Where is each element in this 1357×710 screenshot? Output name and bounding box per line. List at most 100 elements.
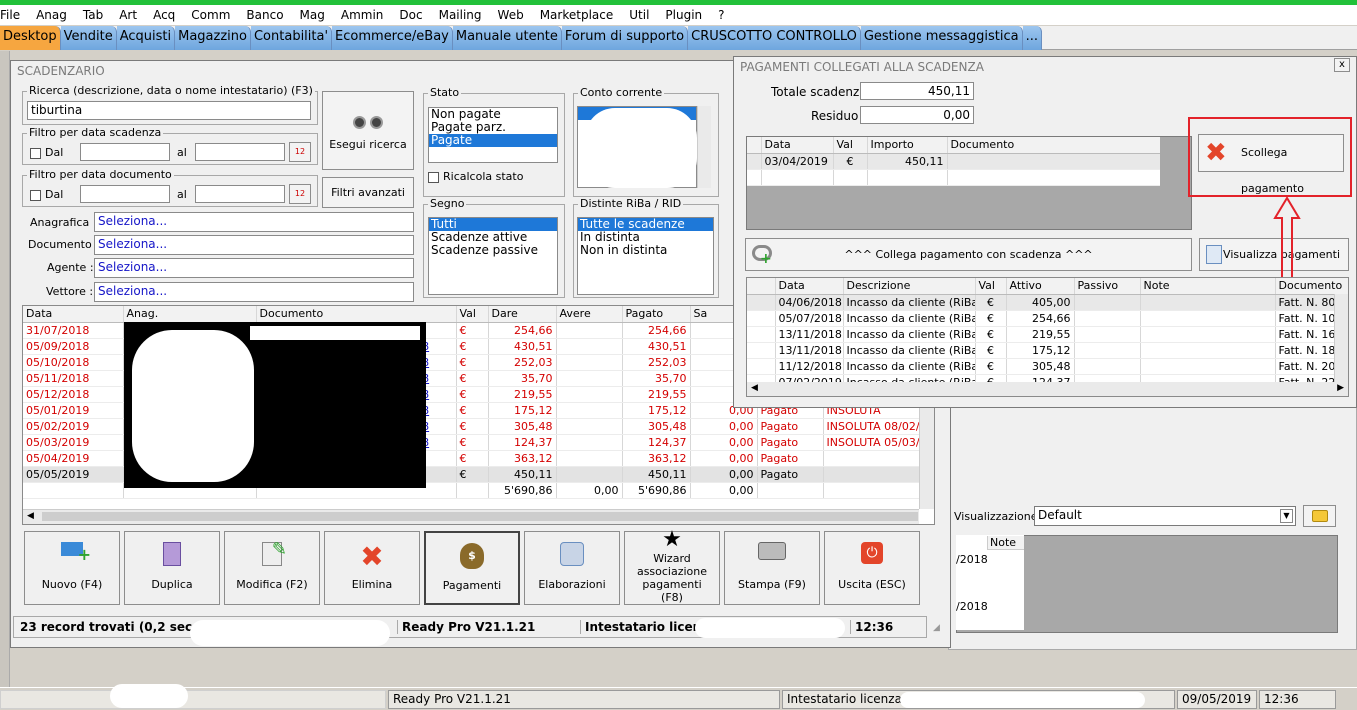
resize-grip[interactable]: ◢ [933,623,945,635]
ricalcola-checkbox[interactable]: Ricalcola stato [428,170,523,183]
menu-item[interactable]: Util [621,8,657,22]
payments-vertical-scrollbar[interactable] [1334,294,1348,382]
menu-item[interactable]: Plugin [657,8,710,22]
documento-select[interactable]: Seleziona... [94,235,414,255]
toolbar-button-7[interactable]: Stampa (F9) [724,531,820,605]
toolbar-button-1[interactable]: Duplica [124,531,220,605]
payments-column-header[interactable]: Attivo [1006,278,1075,295]
close-icon[interactable]: x [1334,58,1350,72]
tab-0[interactable]: Desktop [0,26,61,50]
grid-column-header[interactable]: Data [23,306,124,323]
search-input[interactable]: tiburtina [27,101,311,120]
payments-column-header[interactable]: Descrizione [843,278,976,295]
menu-item[interactable]: Ammin [333,8,392,22]
toolbar-button-3[interactable]: ✖ Elimina [324,531,420,605]
linked-column-header[interactable]: Documento [947,137,1160,154]
visualizzazione-select[interactable]: Default ▼ [1034,506,1296,526]
menu-item[interactable]: File [0,8,28,22]
linked-column-header[interactable]: Val [833,137,868,154]
conto-scrollbar[interactable] [697,106,711,188]
calendar-icon[interactable]: 12 [289,142,311,162]
anagrafica-select[interactable]: Seleziona... [94,212,414,232]
table-row[interactable]: 11/12/2018 Incasso da cliente (RiBa... €30… [747,358,1348,375]
cell-total [757,482,824,499]
menu-item[interactable]: Web [490,8,532,22]
advanced-filters-button[interactable]: Filtri avanzati [322,177,414,208]
totale-input[interactable]: 450,11 [860,82,974,100]
distinte-label: Distinte RiBa / RID [578,197,684,210]
menu-item[interactable]: Anag [28,8,75,22]
tab-10[interactable]: ... [1022,26,1042,50]
grid-column-header[interactable]: Avere [556,306,623,323]
segno-item[interactable]: Scadenze passive [429,244,557,257]
table-row[interactable] [747,169,1160,186]
menu-item[interactable]: Banco [238,8,291,22]
available-payments-grid[interactable]: Data Descrizione Val Attivo Passivo Note Docum… [746,277,1349,397]
table-row[interactable]: 13/11/2018 Incasso da cliente (RiBa... €17… [747,342,1348,359]
tab-7[interactable]: Forum di supporto [561,26,689,50]
linked-payments-grid[interactable]: Data Val Importo Documento 03/04/2019 €450,1… [746,136,1192,230]
linked-column-header[interactable]: Importo [867,137,948,154]
payments-column-header[interactable]: Passivo [1074,278,1141,295]
scollega-button[interactable]: ✖ Scollega pagamento [1198,134,1344,195]
tab-6[interactable]: Manuale utente [452,26,562,50]
toolbar-button-6[interactable]: ★ Wizard associazione pagamenti (F8) [624,528,720,605]
calendar-icon[interactable]: 12 [289,184,311,204]
agente-select[interactable]: Seleziona... [94,258,414,278]
filter-documento-label: Filtro per data documento [27,168,174,181]
grid-column-header[interactable]: Dare [488,306,557,323]
payments-column-header[interactable]: Data [775,278,844,295]
table-row[interactable]: 13/11/2018 Incasso da cliente (RiBa... €21… [747,326,1348,343]
distinte-list[interactable]: Tutte le scadenze In distinta Non in dis… [577,217,714,295]
menu-item[interactable]: Tab [75,8,111,22]
scadenza-from-input[interactable] [80,143,170,161]
menu-item[interactable]: Art [111,8,145,22]
toolbar-button-4[interactable]: $ Pagamenti [424,531,520,605]
stato-list[interactable]: Non pagate Pagate parz. Pagate [428,107,558,163]
tab-5[interactable]: Ecommerce/eBay [332,26,453,50]
grid-column-header[interactable]: Pagato [622,306,691,323]
menu-item[interactable]: Comm [183,8,238,22]
toolbar-button-8[interactable]: ⏻ Uscita (ESC) [824,531,920,605]
grid-scroll-thumb[interactable] [42,512,918,521]
table-row[interactable]: 05/07/2018 Incasso da cliente (RiBa... €25… [747,310,1348,327]
payments-column-header[interactable]: Note [1140,278,1276,295]
toolbar-button-2[interactable]: ✎ Modifica (F2) [224,531,320,605]
residuo-input[interactable]: 0,00 [860,106,974,124]
tab-2[interactable]: Acquisti [116,26,176,50]
collega-button[interactable]: + ^^^ Collega pagamento con scadenza ^^^ [745,238,1192,271]
documento-from-input[interactable] [80,185,170,203]
search-button[interactable]: Esegui ricerca [322,91,414,170]
distinte-item[interactable]: Non in distinta [578,244,713,257]
tab-4[interactable]: Contabilita' [250,26,333,50]
menu-item[interactable]: Mailing [431,8,490,22]
tab-3[interactable]: Magazzino [175,26,251,50]
toolbar-button-5[interactable]: Elaborazioni [524,531,620,605]
folder-button[interactable] [1303,505,1336,527]
menu-item[interactable]: Mag [292,8,333,22]
menu-item[interactable]: Doc [391,8,430,22]
documento-to-input[interactable] [195,185,285,203]
payments-column-header[interactable]: Val [975,278,1007,295]
linked-column-header[interactable]: Data [761,137,834,154]
vettore-select[interactable]: Seleziona... [94,282,414,302]
tab-9[interactable]: Gestione messaggistica [860,26,1023,50]
table-row[interactable]: 04/06/2018 Incasso da cliente (RiBa... €40… [747,294,1348,311]
menu-item[interactable]: Marketplace [532,8,622,22]
tab-8[interactable]: CRUSCOTTO CONTROLLO [688,26,861,50]
menu-item[interactable]: Acq [145,8,183,22]
menu-item[interactable]: ? [710,8,732,22]
tab-1[interactable]: Vendite [60,26,117,50]
stato-item-selected[interactable]: Pagate [429,134,557,147]
scadenza-to-input[interactable] [195,143,285,161]
filter-documento-dal[interactable]: Dal [30,188,63,201]
payments-column-header[interactable]: Documento [1275,278,1348,295]
table-row[interactable]: 03/04/2019 €450,11 [747,153,1160,170]
filter-scadenza-dal[interactable]: Dal [30,146,63,159]
grid-column-header[interactable]: Documento [256,306,457,323]
grid-column-header[interactable]: Val [456,306,489,323]
grid-column-header[interactable]: Anag. [123,306,257,323]
toolbar-button-0[interactable]: + Nuovo (F4) [24,531,120,605]
payments-horizontal-scrollbar[interactable]: ◀ ▶ [747,382,1348,396]
segno-list[interactable]: Tutti Scadenze attive Scadenze passive [428,217,558,295]
